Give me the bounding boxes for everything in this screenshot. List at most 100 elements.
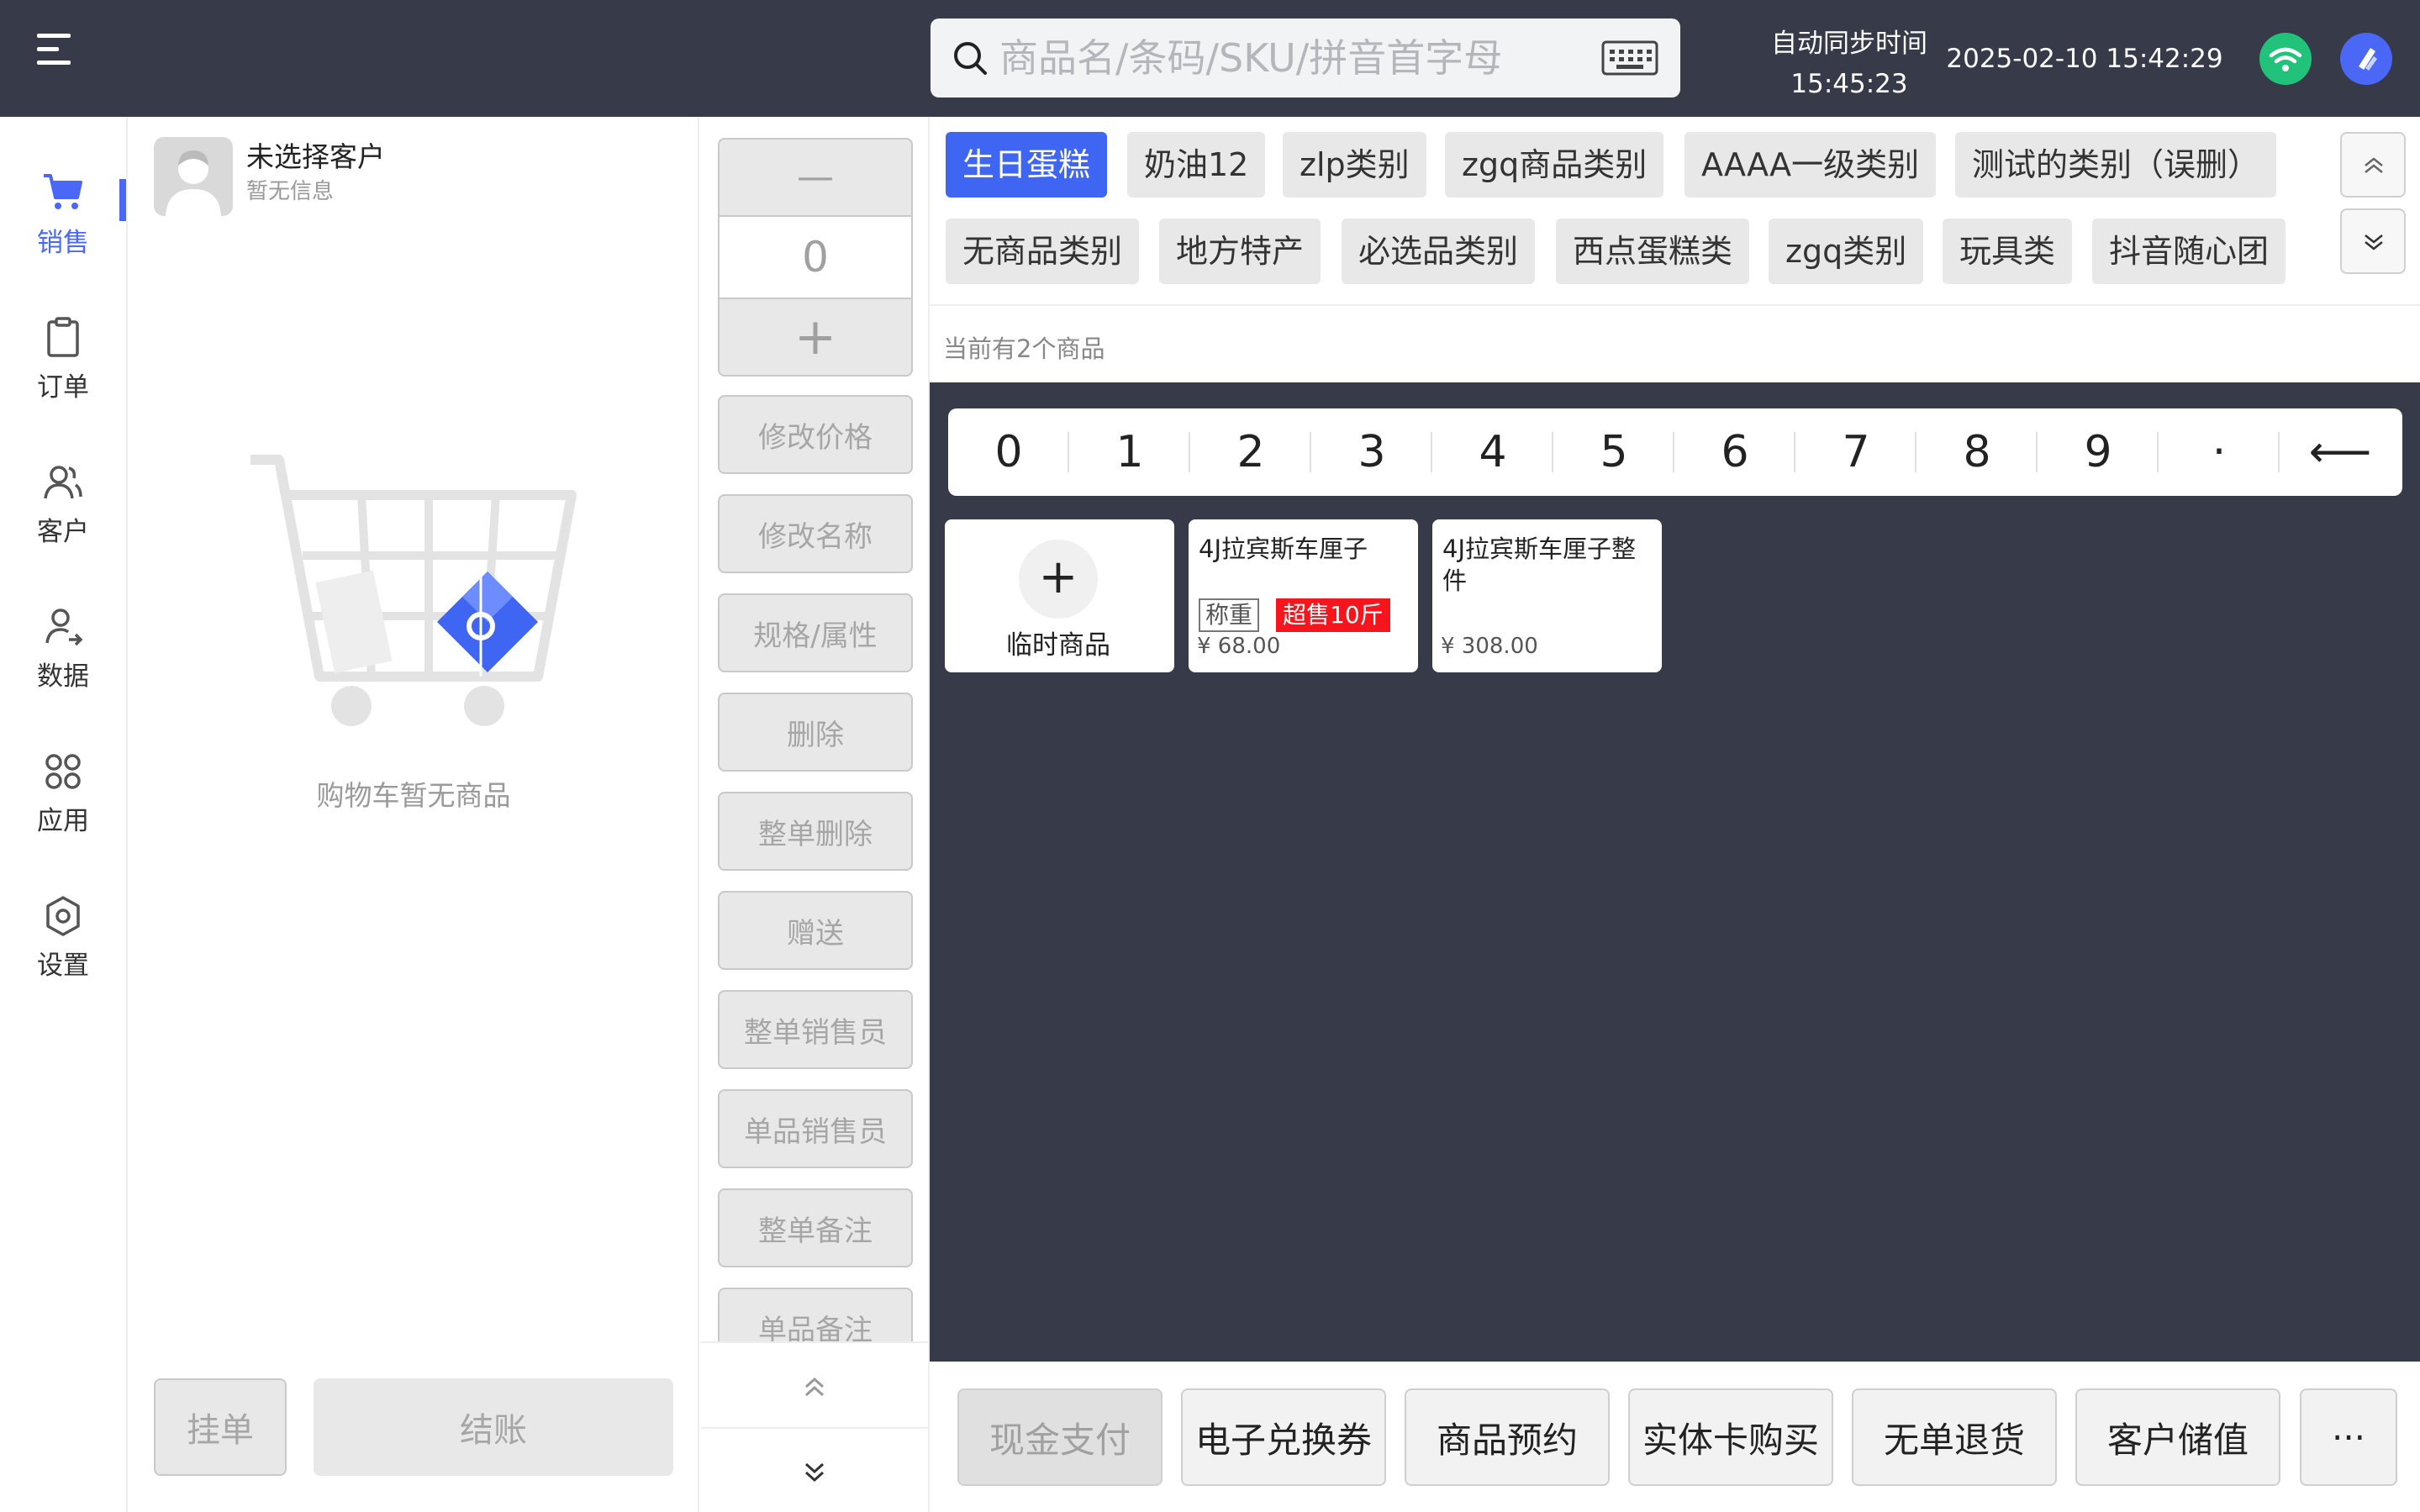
quantity-value[interactable]: 0: [718, 217, 913, 298]
plus-icon: +: [793, 308, 837, 366]
category-tab[interactable]: 抖音随心团: [2092, 219, 2286, 284]
double-chevron-up-icon: [804, 1377, 825, 1397]
key-backspace-icon[interactable]: ⟵: [2280, 408, 2401, 496]
cash-pay-button[interactable]: 现金支付: [957, 1388, 1163, 1486]
temp-product-label: 临时商品: [1006, 630, 1110, 661]
spec-attr-button[interactable]: 规格/属性: [718, 593, 913, 672]
category-tab[interactable]: 地方特产: [1159, 219, 1321, 284]
search-input[interactable]: [999, 30, 1571, 86]
search-icon: [954, 42, 987, 75]
edit-price-button[interactable]: 修改价格: [718, 395, 913, 474]
more-options-icon[interactable]: ···: [2300, 1388, 2397, 1486]
nav-item-settings[interactable]: 设置: [0, 882, 126, 991]
product-card[interactable]: 4J拉宾斯车厘子 称重 超售10斤 ¥ 68.00: [1189, 519, 1418, 672]
key-1[interactable]: 1: [1069, 408, 1190, 496]
quantity-minus-button[interactable]: —: [718, 138, 913, 217]
nav-item-sales[interactable]: 销售: [0, 159, 126, 268]
nav-item-label: 销售: [37, 228, 89, 258]
nav-item-customers[interactable]: 客户: [0, 448, 126, 557]
cart-icon: [44, 174, 82, 209]
product-count-text: 当前有2个商品: [943, 335, 1105, 363]
key-8[interactable]: 8: [1916, 408, 2038, 496]
edit-name-button[interactable]: 修改名称: [718, 494, 913, 573]
delete-button[interactable]: 删除: [718, 693, 913, 772]
key-dot[interactable]: ·: [2159, 408, 2280, 496]
product-reservation-button[interactable]: 商品预约: [1405, 1388, 1610, 1486]
double-chevron-down-icon: [2365, 234, 2383, 250]
nav-item-label: 数据: [37, 661, 89, 692]
minus-icon: —: [797, 155, 834, 198]
category-tab[interactable]: 必选品类别: [1342, 219, 1536, 284]
hamburger-menu-icon[interactable]: [37, 32, 79, 69]
key-4[interactable]: 4: [1432, 408, 1553, 496]
empty-cart-text: 购物车暂无商品: [316, 779, 511, 812]
oversell-badge: 超售10斤: [1276, 598, 1390, 632]
double-chevron-up-icon: [2365, 157, 2383, 173]
category-tab[interactable]: zgq类别: [1769, 219, 1924, 284]
category-tab[interactable]: zlp类别: [1283, 132, 1426, 198]
key-9[interactable]: 9: [2038, 408, 2159, 496]
weigh-badge: 称重: [1199, 598, 1260, 632]
item-note-button[interactable]: 单品备注: [718, 1288, 913, 1341]
nav-item-label: 订单: [37, 372, 89, 403]
customer-avatar[interactable]: [154, 137, 233, 216]
key-5[interactable]: 5: [1553, 408, 1674, 496]
delete-all-button[interactable]: 整单删除: [718, 792, 913, 871]
quantity-plus-button[interactable]: +: [718, 298, 913, 377]
category-tab[interactable]: 奶油12: [1127, 132, 1266, 198]
category-tab[interactable]: AAAA一级类别: [1685, 132, 1937, 198]
nav-item-data[interactable]: 数据: [0, 593, 126, 702]
app-logo-icon[interactable]: [2340, 33, 2392, 85]
key-6[interactable]: 6: [1674, 408, 1795, 496]
category-tab[interactable]: 西点蛋糕类: [1556, 219, 1750, 284]
actions-scroll-down[interactable]: [701, 1427, 928, 1512]
hold-order-button[interactable]: 挂单: [154, 1378, 287, 1476]
product-price: ¥ 68.00: [1197, 634, 1281, 659]
number-keypad: 0 1 2 3 4 5 6 7 8 9 · ⟵: [948, 408, 2402, 496]
customer-topup-button[interactable]: 客户储值: [2075, 1388, 2280, 1486]
nav-item-apps[interactable]: 应用: [0, 737, 126, 846]
clipboard-icon: [47, 317, 79, 357]
current-datetime: 2025-02-10 15:42:29: [1946, 44, 2223, 74]
nav-item-label: 设置: [37, 951, 89, 981]
checkout-button[interactable]: 结账: [314, 1378, 673, 1476]
e-voucher-button[interactable]: 电子兑换券: [1181, 1388, 1386, 1486]
product-card[interactable]: 4J拉宾斯车厘子整件 ¥ 308.00: [1432, 519, 1662, 672]
keyboard-icon[interactable]: [1601, 40, 1658, 76]
user-chart-icon: [45, 608, 83, 646]
wifi-icon[interactable]: [2259, 33, 2312, 85]
actions-scroll-up[interactable]: [701, 1341, 928, 1427]
gift-button[interactable]: 赠送: [718, 891, 913, 970]
nav-item-label: 应用: [37, 806, 89, 836]
nav-item-label: 客户: [37, 517, 89, 547]
category-tab[interactable]: zgq商品类别: [1445, 132, 1664, 198]
key-3[interactable]: 3: [1311, 408, 1432, 496]
product-name: 4J拉宾斯车厘子整件: [1442, 535, 1637, 595]
search-bar[interactable]: [931, 18, 1680, 97]
customer-info: 暂无信息: [246, 179, 335, 204]
order-note-button[interactable]: 整单备注: [718, 1188, 913, 1267]
key-7[interactable]: 7: [1795, 408, 1916, 496]
cart-panel: [128, 117, 699, 1512]
category-tab[interactable]: 无商品类别: [946, 219, 1140, 284]
users-icon: [44, 466, 82, 499]
left-nav: 销售 订单 客户 数据 应用 设置: [0, 117, 128, 1512]
add-temp-product-icon: +: [1019, 540, 1098, 619]
customer-name[interactable]: 未选择客户: [246, 134, 385, 175]
category-tab[interactable]: 生日蛋糕: [946, 132, 1108, 198]
key-0[interactable]: 0: [948, 408, 1069, 496]
physical-card-button[interactable]: 实体卡购买: [1628, 1388, 1833, 1486]
double-chevron-down-icon: [804, 1462, 825, 1483]
item-salesperson-button[interactable]: 单品销售员: [718, 1089, 913, 1168]
nav-item-orders[interactable]: 订单: [0, 303, 126, 413]
category-scroll-down[interactable]: [2340, 208, 2406, 274]
no-order-return-button[interactable]: 无单退货: [1852, 1388, 2057, 1486]
category-scroll-up[interactable]: [2340, 132, 2406, 198]
product-name: 4J拉宾斯车厘子: [1199, 535, 1368, 563]
gear-icon: [46, 896, 80, 936]
order-salesperson-button[interactable]: 整单销售员: [718, 990, 913, 1069]
category-tab[interactable]: 测试的类别（误删）: [1955, 132, 2277, 198]
empty-cart-illustration: [250, 455, 577, 726]
category-tab[interactable]: 玩具类: [1943, 219, 2073, 284]
key-2[interactable]: 2: [1190, 408, 1311, 496]
